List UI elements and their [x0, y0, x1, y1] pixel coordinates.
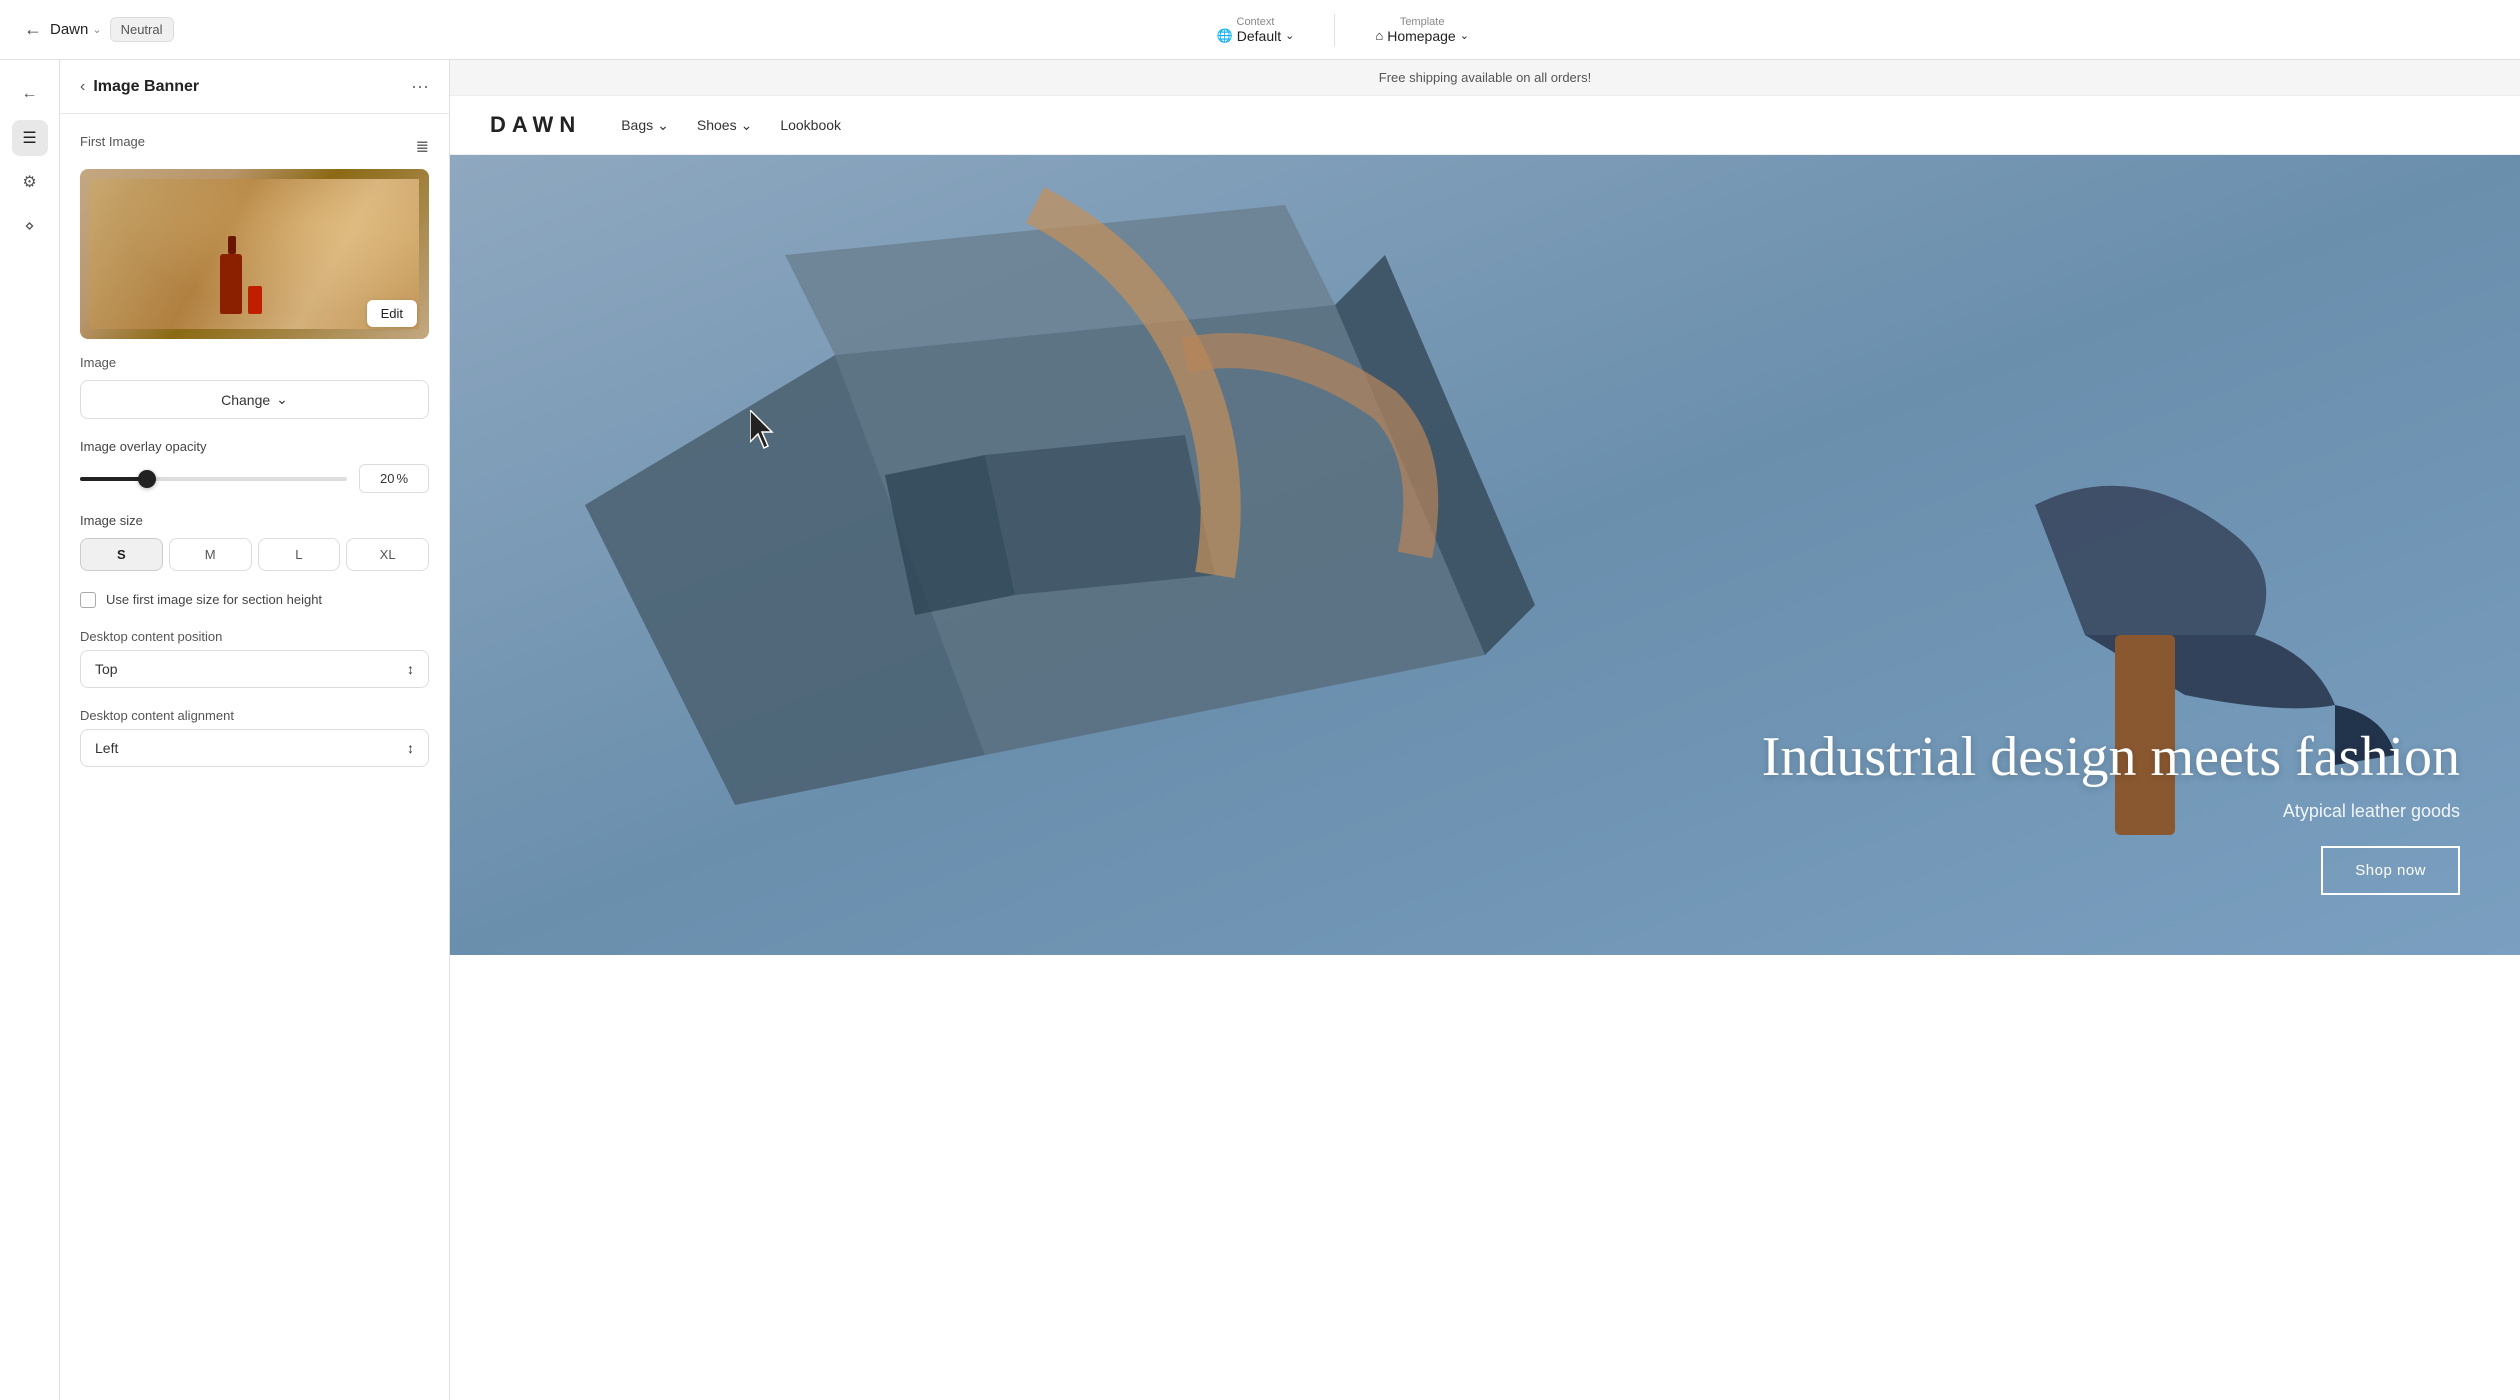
topbar-divider — [1334, 14, 1335, 46]
theme-badge[interactable]: Neutral — [110, 17, 174, 42]
desktop-alignment-group: Desktop content alignment Left ↕ — [80, 708, 429, 767]
preview-frame: Free shipping available on all orders! D… — [450, 60, 2520, 1400]
store-nav: DAWN Bags ⌄ Shoes ⌄ Lookbook — [450, 96, 2520, 155]
store-logo: DAWN — [490, 112, 581, 138]
template-section: Template ⌂ Homepage ⌄ — [1375, 16, 1469, 44]
edit-button[interactable]: Edit — [367, 300, 417, 327]
hero-title: Industrial design meets fashion — [1762, 727, 2460, 789]
opacity-input: 20 % — [359, 464, 429, 493]
small-bottle — [248, 286, 262, 314]
rail-settings-icon[interactable]: ⚙ — [12, 164, 48, 200]
image-thumbnail-container: Edit — [80, 169, 429, 339]
template-value[interactable]: ⌂ Homepage ⌄ — [1375, 28, 1469, 44]
size-btn-xl[interactable]: XL — [346, 538, 429, 571]
desktop-alignment-select[interactable]: Left ↕ — [80, 729, 429, 767]
template-label: Template — [1400, 16, 1445, 28]
image-field-label: Image — [80, 355, 429, 370]
store-nav-links: Bags ⌄ Shoes ⌄ Lookbook — [621, 117, 841, 134]
store-announcement: Free shipping available on all orders! — [450, 60, 2520, 96]
desktop-alignment-label: Desktop content alignment — [80, 708, 429, 723]
preview-area: Free shipping available on all orders! D… — [450, 60, 2520, 1400]
checkbox-label: Use first image size for section height — [106, 591, 322, 609]
topbar-center: Context 🌐 Default ⌄ Template ⌂ Homepage … — [190, 14, 2497, 46]
checkbox-row: Use first image size for section height — [80, 591, 429, 609]
bottle-body — [220, 254, 242, 314]
rail-sections-icon[interactable]: ☰ — [12, 120, 48, 156]
desktop-position-label: Desktop content position — [80, 629, 429, 644]
nav-shoes[interactable]: Shoes ⌄ — [697, 117, 752, 134]
settings-panel: ‹ Image Banner ··· First Image ≣ — [60, 60, 450, 1400]
context-section: Context 🌐 Default ⌄ — [1217, 16, 1295, 44]
desktop-position-group: Desktop content position Top ↕ — [80, 629, 429, 688]
first-image-header: First Image ≣ — [80, 134, 429, 159]
use-first-image-checkbox[interactable] — [80, 592, 96, 608]
back-icon[interactable]: ← — [24, 19, 42, 40]
hero-cta-button[interactable]: Shop now — [2321, 846, 2460, 895]
size-btn-s[interactable]: S — [80, 538, 163, 571]
context-label: Context — [1237, 16, 1275, 28]
panel-body: First Image ≣ — [60, 114, 449, 807]
first-image-label: First Image — [80, 134, 145, 149]
main-layout: ← ☰ ⚙ ⋄ ‹ Image Banner ··· First Image ≣ — [0, 60, 2520, 1400]
nav-bags[interactable]: Bags ⌄ — [621, 117, 669, 134]
slider-fill — [80, 477, 147, 481]
hero-subtitle: Atypical leather goods — [1762, 801, 2460, 822]
panel-more-button[interactable]: ··· — [411, 76, 429, 97]
opacity-label: Image overlay opacity — [80, 439, 429, 454]
hero-content: Industrial design meets fashion Atypical… — [1762, 727, 2460, 895]
app-name[interactable]: Dawn ⌄ — [50, 21, 102, 38]
size-btn-l[interactable]: L — [258, 538, 341, 571]
image-size-label: Image size — [80, 513, 429, 528]
size-buttons: S M L XL — [80, 538, 429, 571]
hero-banner: Industrial design meets fashion Atypical… — [450, 155, 2520, 955]
panel-back-button[interactable]: ‹ — [80, 78, 85, 96]
topbar: ← Dawn ⌄ Neutral Context 🌐 Default ⌄ Tem… — [0, 0, 2520, 60]
slider-thumb[interactable] — [138, 470, 156, 488]
opacity-row: 20 % — [80, 464, 429, 493]
rail-apps-icon[interactable]: ⋄ — [12, 208, 48, 244]
context-value[interactable]: 🌐 Default ⌄ — [1217, 28, 1295, 44]
database-icon[interactable]: ≣ — [416, 137, 429, 157]
size-btn-m[interactable]: M — [169, 538, 252, 571]
topbar-left: ← Dawn ⌄ Neutral — [24, 17, 174, 42]
panel-header-left: ‹ Image Banner — [80, 78, 199, 96]
panel-title: Image Banner — [93, 78, 199, 96]
bottle-neck — [228, 236, 236, 254]
opacity-slider[interactable] — [80, 477, 347, 481]
icon-rail: ← ☰ ⚙ ⋄ — [0, 60, 60, 1400]
rail-back-icon[interactable]: ← — [12, 76, 48, 112]
desktop-position-select[interactable]: Top ↕ — [80, 650, 429, 688]
panel-header: ‹ Image Banner ··· — [60, 60, 449, 114]
change-image-button[interactable]: Change ⌄ — [80, 380, 429, 419]
nav-lookbook[interactable]: Lookbook — [780, 117, 841, 133]
